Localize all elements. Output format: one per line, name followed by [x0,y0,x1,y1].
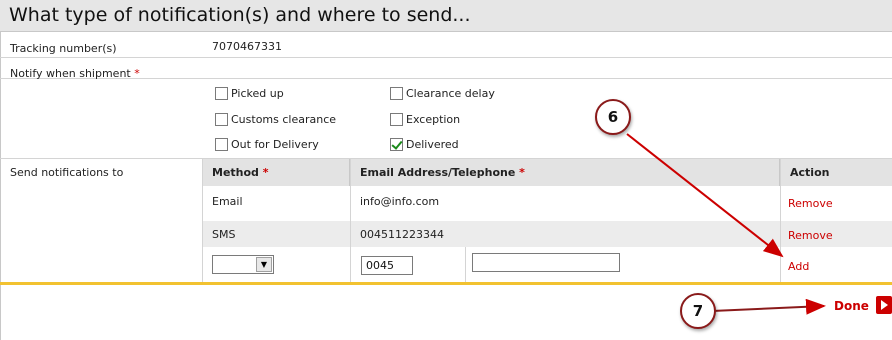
row-sms-method: SMS [212,228,236,241]
checkbox-label: Customs clearance [231,113,337,126]
table-divider [202,159,203,283]
checkbox-customs-clearance[interactable]: Customs clearance [215,113,336,126]
remove-sms-link[interactable]: Remove [778,229,833,242]
section-title: What type of notification(s) and where t… [9,4,471,26]
section-header: What type of notification(s) and where t… [0,0,892,32]
callout-six: 6 [595,99,631,135]
row-email-method: Email [212,195,243,208]
checkbox-label: Out for Delivery [231,138,319,151]
callout-seven: 7 [680,293,716,329]
add-link[interactable]: Add [788,260,809,273]
checkbox-label: Clearance delay [406,87,495,100]
tracking-number-value: 7070467331 [212,40,282,53]
phone-number-input[interactable] [472,253,620,272]
checkbox-clearance-delay[interactable]: Clearance delay [390,87,495,100]
method-select[interactable]: ▼ [212,255,274,274]
checkbox-box[interactable] [390,113,403,126]
country-prefix-input[interactable]: 0045 [361,256,413,275]
table-divider [780,159,781,283]
checkbox-box-checked[interactable] [390,138,403,151]
checkbox-label: Delivered [406,138,459,151]
checkbox-label: Picked up [231,87,284,100]
checkbox-out-for-delivery[interactable]: Out for Delivery [215,138,319,151]
checkbox-exception[interactable]: Exception [390,113,460,126]
send-label: Send notifications to [10,166,124,179]
table-divider [465,247,466,283]
tracking-row-line [0,33,892,58]
column-header-address: Email Address/Telephone * [350,159,780,186]
checkbox-box[interactable] [390,87,403,100]
row-sms-address: 004511223344 [360,228,444,241]
table-divider [350,159,351,283]
column-header-method: Method * [202,159,350,186]
column-header-action: Action [780,159,892,186]
checkbox-delivered[interactable]: Delivered [390,138,459,151]
checkbox-box[interactable] [215,113,228,126]
section-divider [0,282,892,285]
checkbox-label: Exception [406,113,461,126]
chevron-down-icon[interactable]: ▼ [256,257,272,272]
done-link[interactable]: Done [834,299,869,313]
checkbox-box[interactable] [215,138,228,151]
checkbox-box[interactable] [215,87,228,100]
remove-email-link[interactable]: Remove [778,197,833,210]
notify-label: Notify when shipment * [10,67,140,80]
arrow-right-icon[interactable] [876,296,892,314]
checkbox-picked-up[interactable]: Picked up [215,87,284,100]
row-email-address: info@info.com [360,195,440,208]
